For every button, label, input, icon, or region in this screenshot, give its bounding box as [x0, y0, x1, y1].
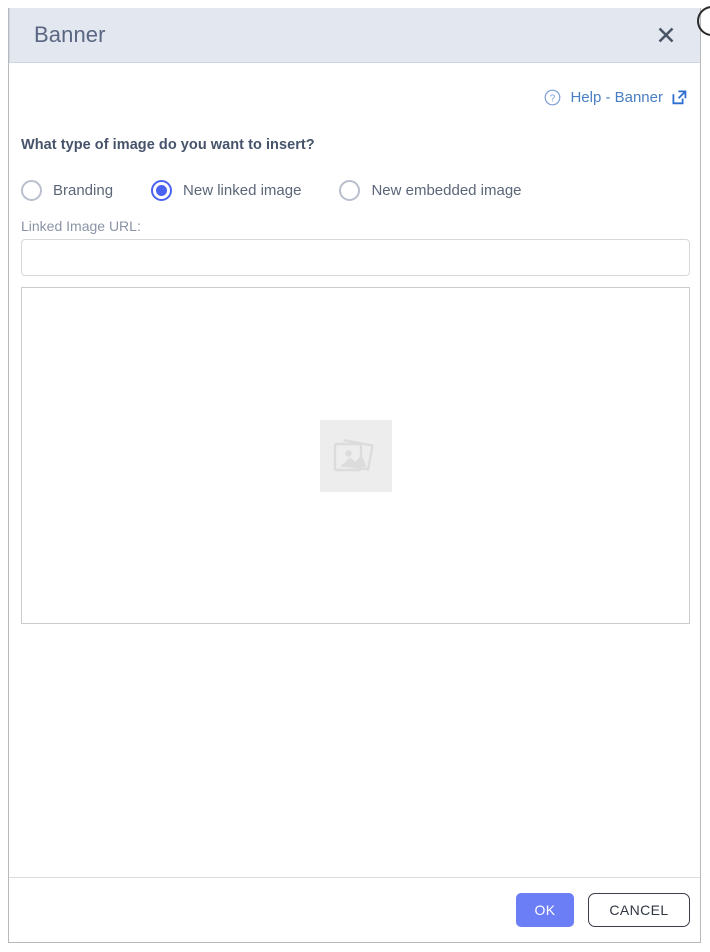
image-type-radio-group: Branding New linked image New embedded i…	[21, 180, 522, 201]
cancel-button[interactable]: CANCEL	[588, 893, 690, 927]
close-icon[interactable]	[653, 22, 679, 48]
banner-dialog: Banner ? Help - Banner What type of imag…	[8, 8, 701, 943]
close-x-icon	[658, 27, 674, 43]
radio-mark-selected-icon	[151, 180, 173, 201]
dialog-title: Banner	[34, 22, 106, 47]
radio-option-new-linked-image[interactable]: New linked image	[151, 180, 301, 201]
page-title: What type of image do you want to insert…	[21, 137, 315, 153]
radio-mark-icon	[21, 180, 42, 201]
question-circle-icon: ?	[545, 89, 561, 106]
dialog-footer: OK CANCEL	[9, 878, 700, 942]
svg-text:?: ?	[550, 93, 556, 104]
radio-label-branding: Branding	[53, 182, 114, 199]
linked-image-url-label: Linked Image URL:	[21, 218, 141, 234]
radio-mark-icon	[339, 180, 361, 201]
radio-option-new-embedded-image[interactable]: New embedded image	[339, 180, 522, 201]
radio-option-branding[interactable]: Branding	[21, 180, 113, 201]
radio-label-new-linked-image: New linked image	[183, 182, 302, 199]
radio-label-new-embedded-image: New embedded image	[371, 182, 522, 199]
help-link[interactable]: ? Help - Banner	[544, 89, 687, 106]
help-link-label: Help - Banner	[570, 89, 663, 106]
ok-button[interactable]: OK	[516, 893, 574, 927]
dialog-header: Banner	[9, 8, 700, 63]
image-preview-area[interactable]	[21, 287, 690, 624]
external-link-icon	[672, 90, 687, 105]
broken-image-placeholder	[319, 419, 392, 492]
broken-image-icon	[333, 438, 374, 471]
linked-image-url-input[interactable]	[21, 239, 690, 276]
